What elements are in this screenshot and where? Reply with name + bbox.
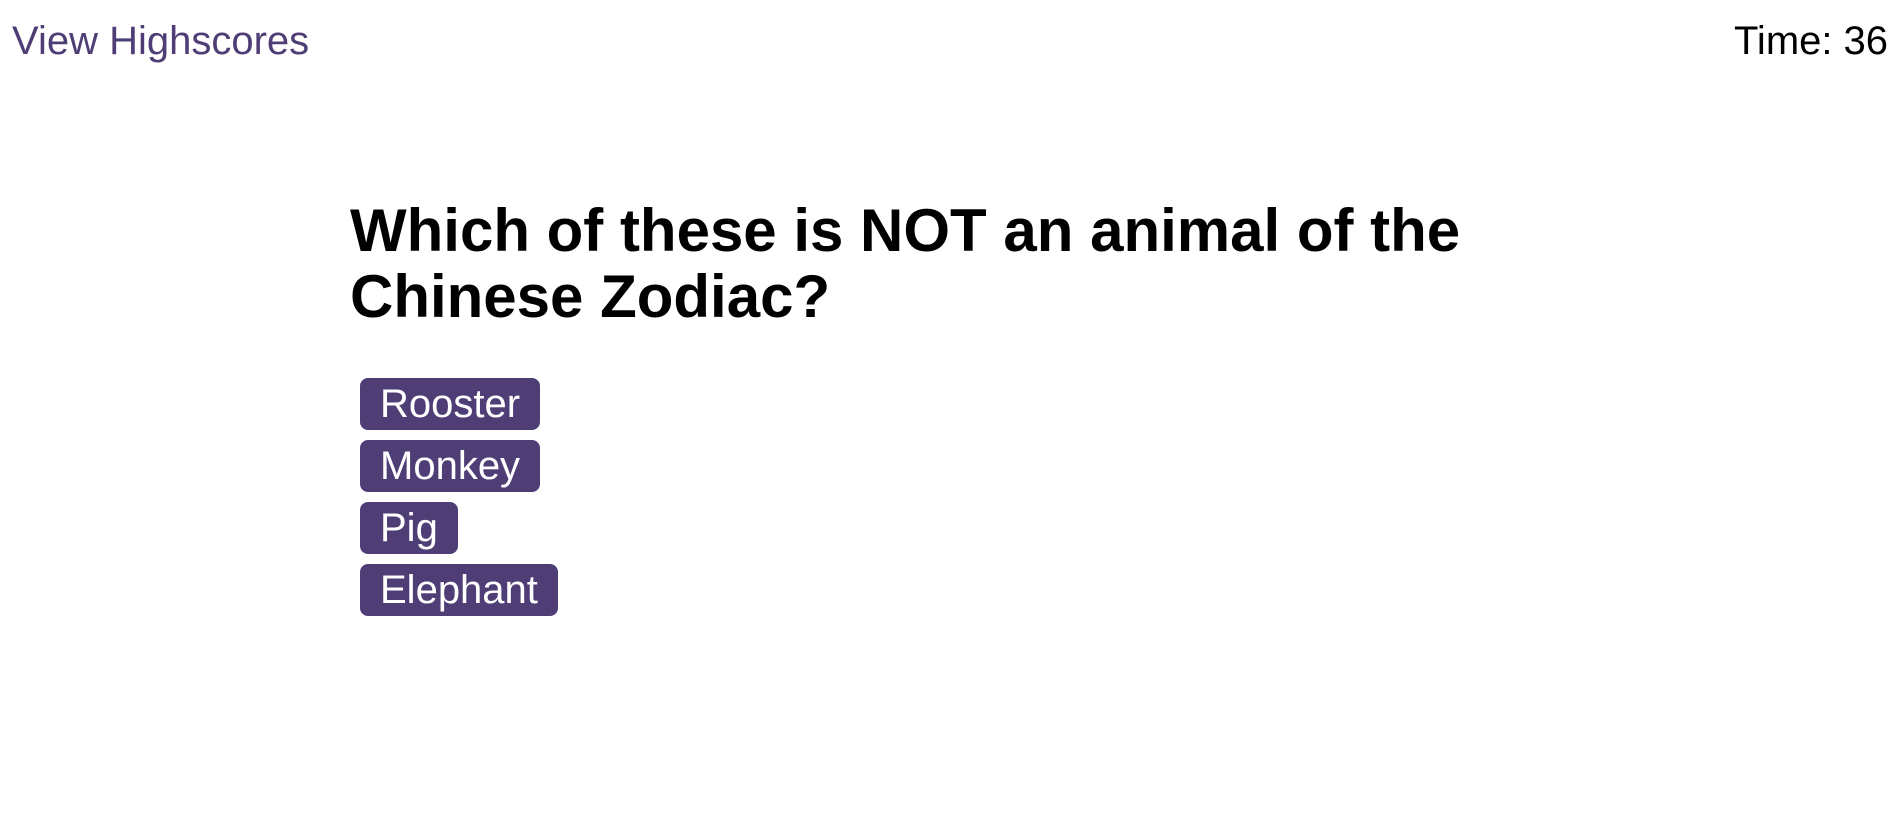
answer-button-pig[interactable]: Pig (360, 502, 458, 554)
answer-choice-item: Pig (360, 502, 1500, 554)
answer-choice-item: Elephant (360, 564, 1500, 616)
answer-choice-item: Rooster (360, 378, 1500, 430)
question-card: Which of these is NOT an animal of the C… (350, 198, 1500, 626)
answer-choices-list: Rooster Monkey Pig Elephant (360, 378, 1500, 616)
answer-choice-item: Monkey (360, 440, 1500, 492)
question-text: Which of these is NOT an animal of the C… (350, 197, 1461, 330)
timer-value: 36 (1843, 19, 1889, 63)
timer: Time: 36 (1734, 18, 1888, 64)
view-highscores-link[interactable]: View Highscores (12, 18, 309, 64)
answer-button-monkey[interactable]: Monkey (360, 440, 541, 492)
timer-label: Time: (1733, 19, 1833, 63)
quiz-page: View Highscores Time: 36 Which of these i… (0, 0, 1903, 815)
answer-button-elephant[interactable]: Elephant (360, 564, 558, 616)
answer-button-rooster[interactable]: Rooster (360, 378, 541, 430)
